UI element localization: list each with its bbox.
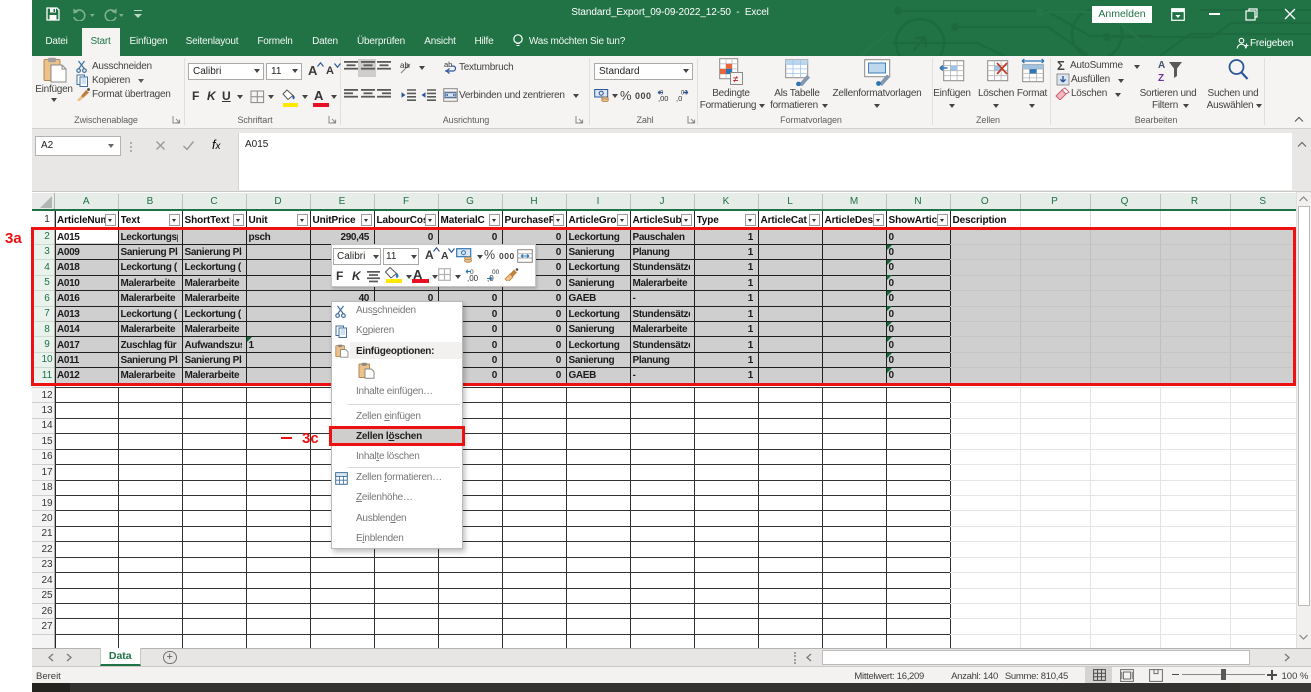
svg-text:0: 0 [470, 269, 474, 276]
svg-text:ab: ab [444, 60, 452, 69]
svg-text:00: 00 [492, 269, 500, 276]
svg-text:ab: ab [400, 61, 409, 70]
svg-text:≠: ≠ [733, 75, 739, 86]
svg-text:Z: Z [1158, 73, 1164, 84]
svg-text:A: A [1158, 60, 1165, 71]
